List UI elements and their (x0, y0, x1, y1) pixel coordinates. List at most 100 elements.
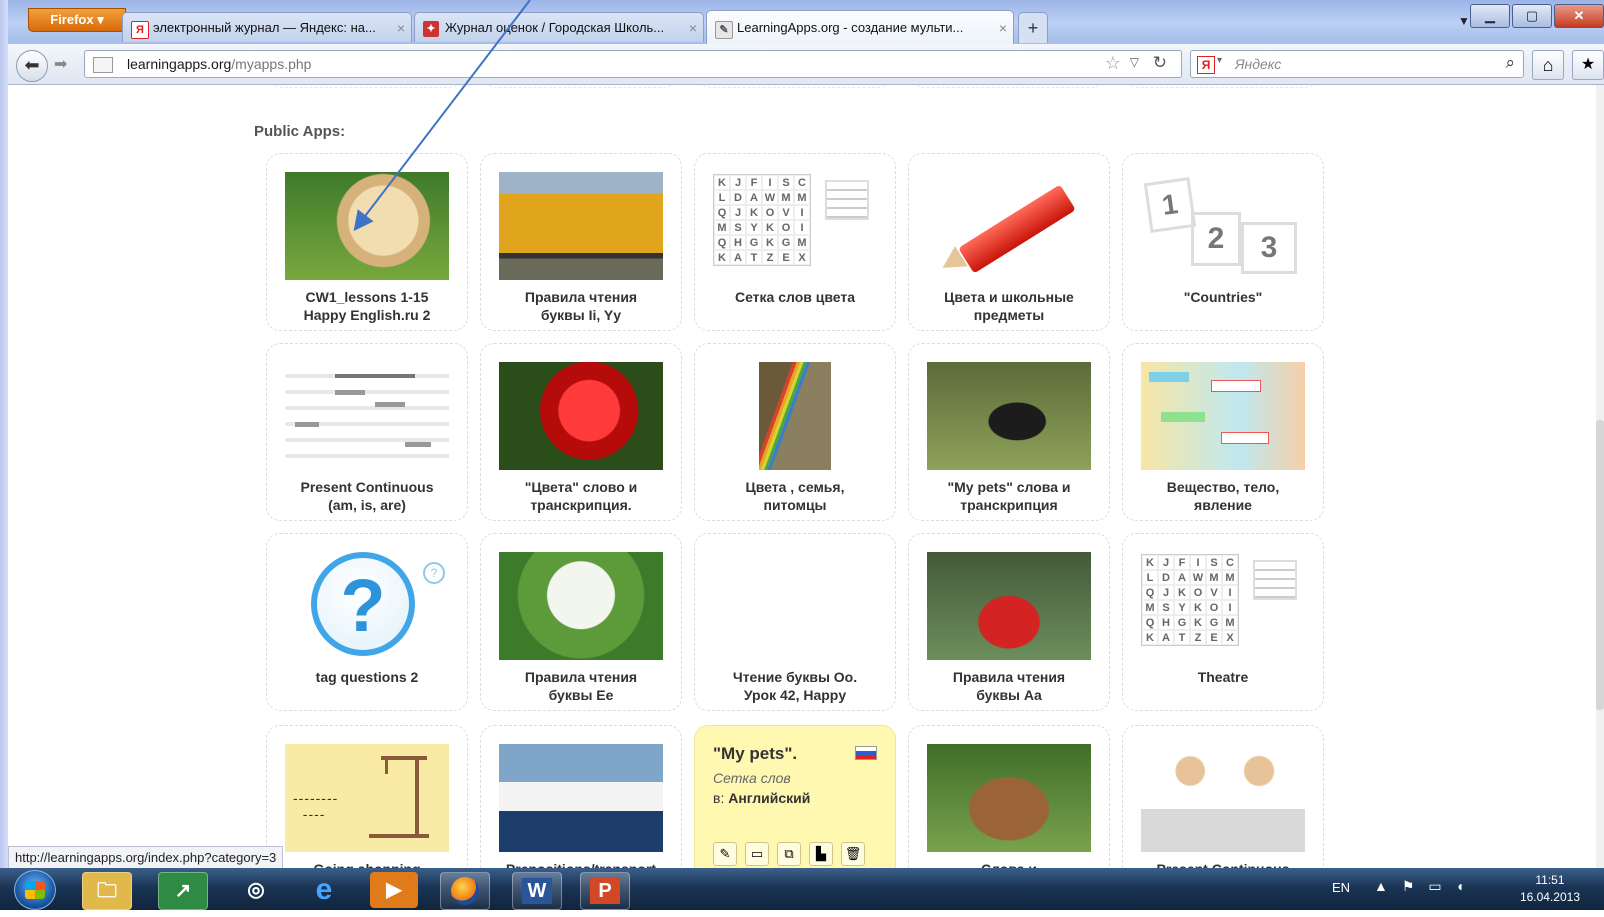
app-card[interactable]: "Цвета" слово и транскрипция. (480, 343, 682, 521)
app-card[interactable]: "My pets". Сетка слов в: Английский ✎ ▭ ⧉ ▙ 🗑 (694, 725, 896, 868)
close-icon[interactable]: × (999, 11, 1007, 44)
yandex-icon: Я (131, 21, 149, 39)
previous-card-edge (698, 85, 890, 88)
copy-icon[interactable]: ⧉ (777, 842, 801, 866)
stock-chart-icon[interactable]: ↗ (158, 872, 208, 910)
app-card[interactable]: CW1_lessons 1-15 Happy English.ru 2 (266, 153, 468, 331)
bookmarks-button[interactable]: ★ (1572, 50, 1604, 80)
dog-photo-thumbnail (285, 172, 449, 280)
delete-icon[interactable]: 🗑 (841, 842, 865, 866)
app-card[interactable]: Правила чтения буквы Ii, Yy (480, 153, 682, 331)
media-player-icon[interactable]: ▶ (370, 872, 418, 908)
new-tab-button[interactable]: + (1018, 12, 1048, 43)
search-input[interactable]: Яндекс (1235, 51, 1281, 77)
maximize-button[interactable]: ▢ (1512, 4, 1552, 28)
app-card-title: Prepositions/transport (487, 860, 675, 868)
app-card[interactable]: Чтение буквы Oo. Урок 42, Happy (694, 533, 896, 711)
search-icon[interactable]: ⌕ (1505, 53, 1515, 73)
tab-yandex[interactable]: Я электронный журнал — Яндекс: на... × (122, 12, 412, 42)
language-indicator[interactable]: EN (1332, 880, 1350, 895)
forward-button[interactable]: ➡ (54, 54, 67, 74)
site-icon (93, 57, 113, 73)
numbers-123-thumbnail: 123 (1141, 172, 1305, 280)
url-text[interactable]: learningapps.org/myapps.php (127, 51, 311, 77)
app-card[interactable]: "My pets" слова и транскрипция (908, 343, 1110, 521)
app-card-title: Вещество, тело, явление (1166, 479, 1280, 513)
clock[interactable]: 11:51 16.04.2013 (1520, 872, 1580, 906)
app-card[interactable]: Prepositions/transport (480, 725, 682, 868)
rainbow-photo-thumbnail (713, 362, 877, 470)
bench-photo-thumbnail (927, 744, 1091, 852)
word-grid-thumbnail: KJFISCLDAWMMQJKOVIMSYKOIQHGKGMKATZEX (713, 172, 877, 280)
firefox-menu-button[interactable]: Firefox ▾ (28, 8, 126, 32)
stats-icon[interactable]: ▙ (809, 842, 833, 866)
search-engine-dropdown-icon[interactable]: ▾ (1217, 55, 1222, 66)
system-tray: EN ▲⚑▭◖ 11:51 16.04.2013 (1314, 868, 1604, 910)
bookmark-star-icon[interactable]: ☆ (1105, 53, 1121, 74)
previous-card-edge (1126, 85, 1318, 88)
window-controls: ▁ ▢ ✕ (1468, 4, 1604, 30)
puppy-kitten-photo-thumbnail (713, 552, 877, 660)
explorer-icon[interactable]: 🗀 (82, 872, 132, 910)
minimize-button[interactable]: ▁ (1470, 4, 1510, 28)
app-card[interactable]: Present Continuous (1122, 725, 1324, 868)
app-card-language: в: Английский (713, 790, 811, 806)
previous-card-edge (270, 85, 462, 88)
app-card-title: Правила чтения буквы Aa (952, 669, 1066, 703)
windows-taskbar: 🗀 ↗ ◎ e ▶ W P EN ▲⚑▭◖ 11:51 16.04.2013 (0, 868, 1604, 910)
powerpoint-icon[interactable]: P (580, 872, 630, 910)
app-card-title: Going shopping (273, 860, 461, 868)
tray-icons[interactable]: ▲⚑▭◖ (1374, 878, 1478, 895)
close-icon[interactable]: × (397, 13, 405, 42)
app-card[interactable]: K J F I S C L D A W M M Q J K O V I M S Y K O I Q H G K G M K A T Z E X Thea… (1122, 533, 1324, 711)
close-window-button[interactable]: ✕ (1554, 4, 1604, 28)
ship-photo-thumbnail (499, 744, 663, 852)
yandex-search-icon[interactable]: Я (1197, 56, 1215, 74)
url-dropdown-icon[interactable]: ▽ (1130, 55, 1139, 69)
app-card-title: tag questions 2 (315, 669, 419, 685)
internet-explorer-icon[interactable]: e (300, 872, 348, 908)
firefox-taskbar-icon[interactable] (440, 872, 490, 910)
address-bar[interactable]: learningapps.org/myapps.php ☆ ▽ ↻ (84, 50, 1182, 78)
network-icon[interactable]: ◎ (232, 872, 280, 908)
page-content: Public Apps: CW1_lessons 1-15 Happy Engl… (8, 85, 1596, 868)
windows-logo-icon (25, 881, 45, 899)
tab-journal[interactable]: ✦ Журнал оценок / Городская Школь... × (414, 12, 704, 42)
scrollbar-thumb[interactable] (1596, 420, 1604, 710)
back-button[interactable]: ⬅ (16, 50, 48, 82)
tab-title: LearningApps.org - создание мульти... (737, 20, 964, 35)
clock-time: 11:51 (1535, 873, 1565, 887)
word-icon[interactable]: W (512, 872, 562, 910)
app-card[interactable]: Цвета , семья, питомцы (694, 343, 896, 521)
back-arrow-icon: ⬅ (24, 55, 40, 75)
app-card[interactable]: Present Continuous (am, is, are) (266, 343, 468, 521)
app-card[interactable]: Правила чтения буквы Ee (480, 533, 682, 711)
app-card-title: Слова и (915, 860, 1103, 868)
app-card[interactable]: K J F I S C L D A W M M Q J K O V I M S Y K O I Q H G K G M K A T Z E X Сетк… (694, 153, 896, 331)
close-icon[interactable]: × (689, 13, 697, 42)
url-host: learningapps.org (127, 56, 232, 72)
app-card-title: Theatre (1197, 669, 1249, 685)
app-card[interactable]: Правила чтения буквы Aa (908, 533, 1110, 711)
reload-icon[interactable]: ↻ (1153, 53, 1167, 73)
toy-car-photo-thumbnail (927, 552, 1091, 660)
edit-icon[interactable]: ✎ (713, 842, 737, 866)
app-card[interactable]: ?? tag questions 2 (266, 533, 468, 711)
app-card[interactable]: Вещество, тело, явление (1122, 343, 1324, 521)
app-card[interactable]: Цвета и школьные предметы (908, 153, 1110, 331)
search-bar[interactable]: Я ▾ Яндекс ⌕ (1190, 50, 1524, 78)
home-button[interactable]: ⌂ (1532, 50, 1564, 80)
tab-learningapps[interactable]: ✎ LearningApps.org - создание мульти... … (706, 10, 1014, 44)
vertical-scrollbar[interactable] (1596, 85, 1604, 868)
learningapps-icon: ✎ (715, 21, 733, 39)
app-card[interactable]: -------- ---- Going shopping (266, 725, 468, 868)
start-button[interactable] (14, 870, 56, 910)
hangman-thumbnail: -------- ---- (285, 744, 449, 852)
app-card-title: "My pets". (713, 744, 798, 763)
app-card[interactable]: 1 2 3 "Countries" (1122, 153, 1324, 331)
app-card[interactable]: Слова и (908, 725, 1110, 868)
app-card-title: Сетка слов цвета (734, 289, 856, 305)
preview-icon[interactable]: ▭ (745, 842, 769, 866)
red-pencil-thumbnail (927, 172, 1091, 280)
app-card-title: Правила чтения буквы Ii, Yy (524, 289, 638, 323)
